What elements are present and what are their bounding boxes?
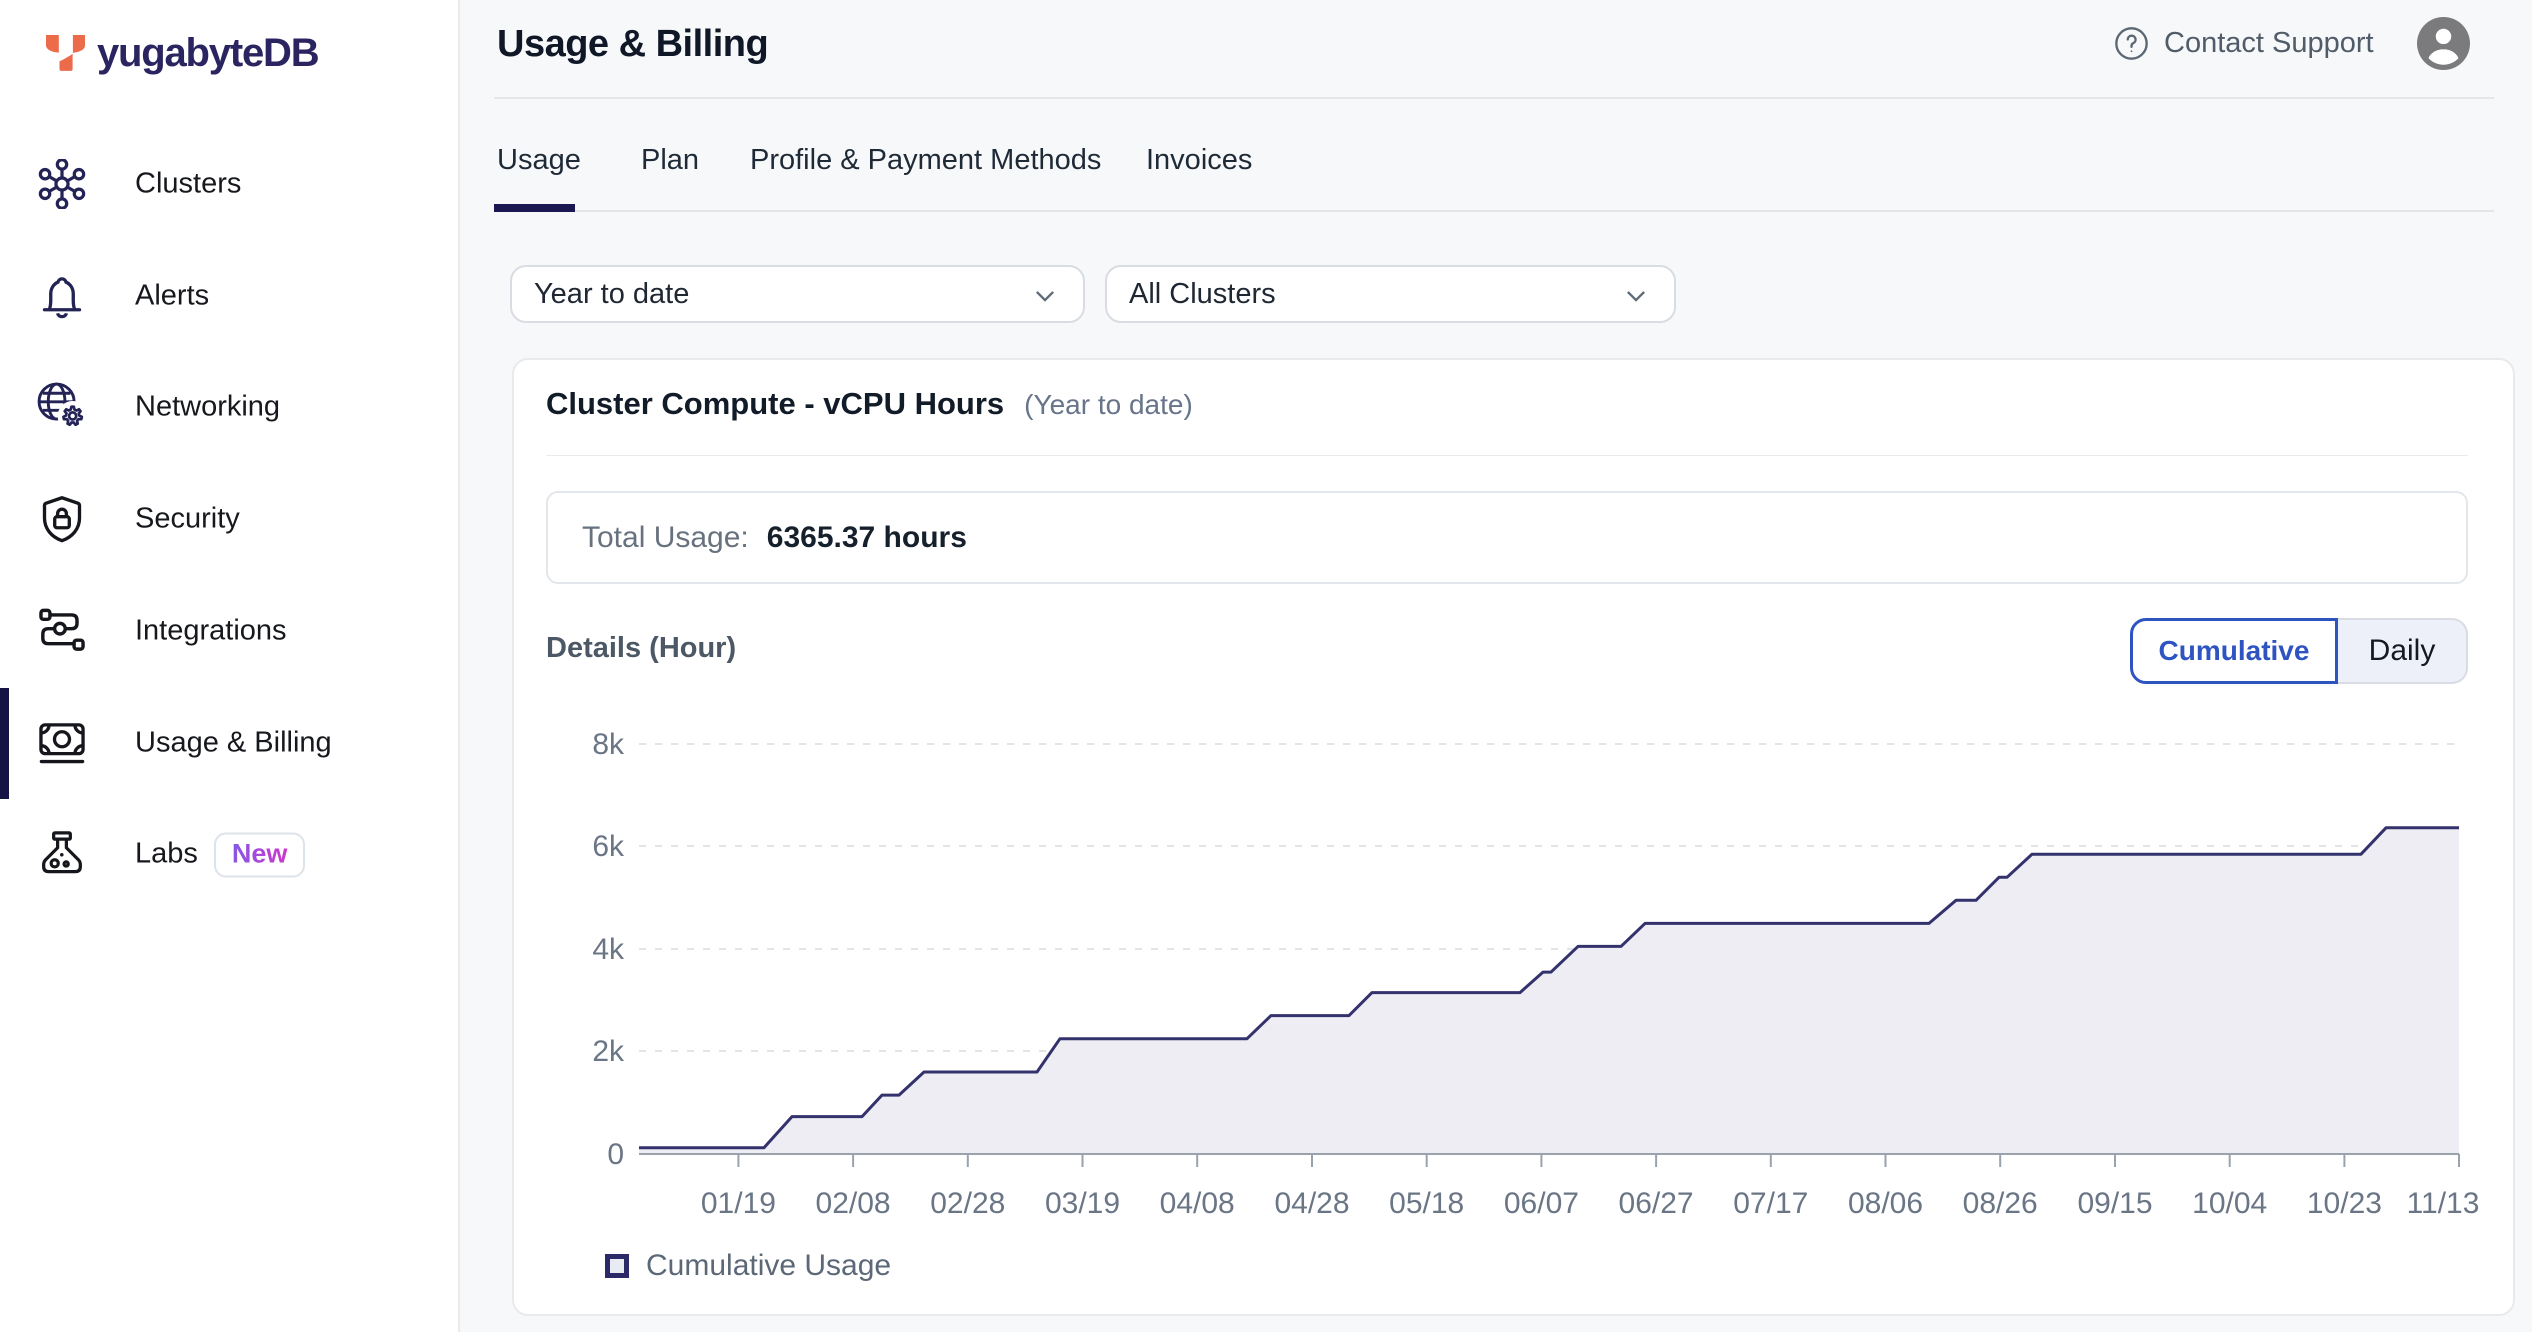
svg-text:04/08: 04/08: [1160, 1187, 1235, 1220]
svg-text:2k: 2k: [592, 1035, 625, 1068]
svg-text:10/23: 10/23: [2307, 1187, 2382, 1220]
svg-text:6k: 6k: [592, 830, 625, 863]
svg-text:06/07: 06/07: [1504, 1187, 1579, 1220]
svg-text:02/08: 02/08: [816, 1187, 891, 1220]
svg-text:04/28: 04/28: [1274, 1187, 1349, 1220]
svg-text:08/26: 08/26: [1963, 1187, 2038, 1220]
svg-text:02/28: 02/28: [930, 1187, 1005, 1220]
svg-text:06/27: 06/27: [1619, 1187, 1694, 1220]
svg-text:8k: 8k: [592, 728, 625, 761]
svg-text:05/18: 05/18: [1389, 1187, 1464, 1220]
svg-text:07/17: 07/17: [1733, 1187, 1808, 1220]
svg-text:11/13: 11/13: [2407, 1187, 2480, 1220]
svg-text:0: 0: [607, 1138, 624, 1171]
svg-text:01/19: 01/19: [701, 1187, 776, 1220]
svg-text:09/15: 09/15: [2077, 1187, 2152, 1220]
svg-text:08/06: 08/06: [1848, 1187, 1923, 1220]
svg-text:4k: 4k: [592, 933, 625, 966]
svg-text:10/04: 10/04: [2192, 1187, 2267, 1220]
svg-text:03/19: 03/19: [1045, 1187, 1120, 1220]
